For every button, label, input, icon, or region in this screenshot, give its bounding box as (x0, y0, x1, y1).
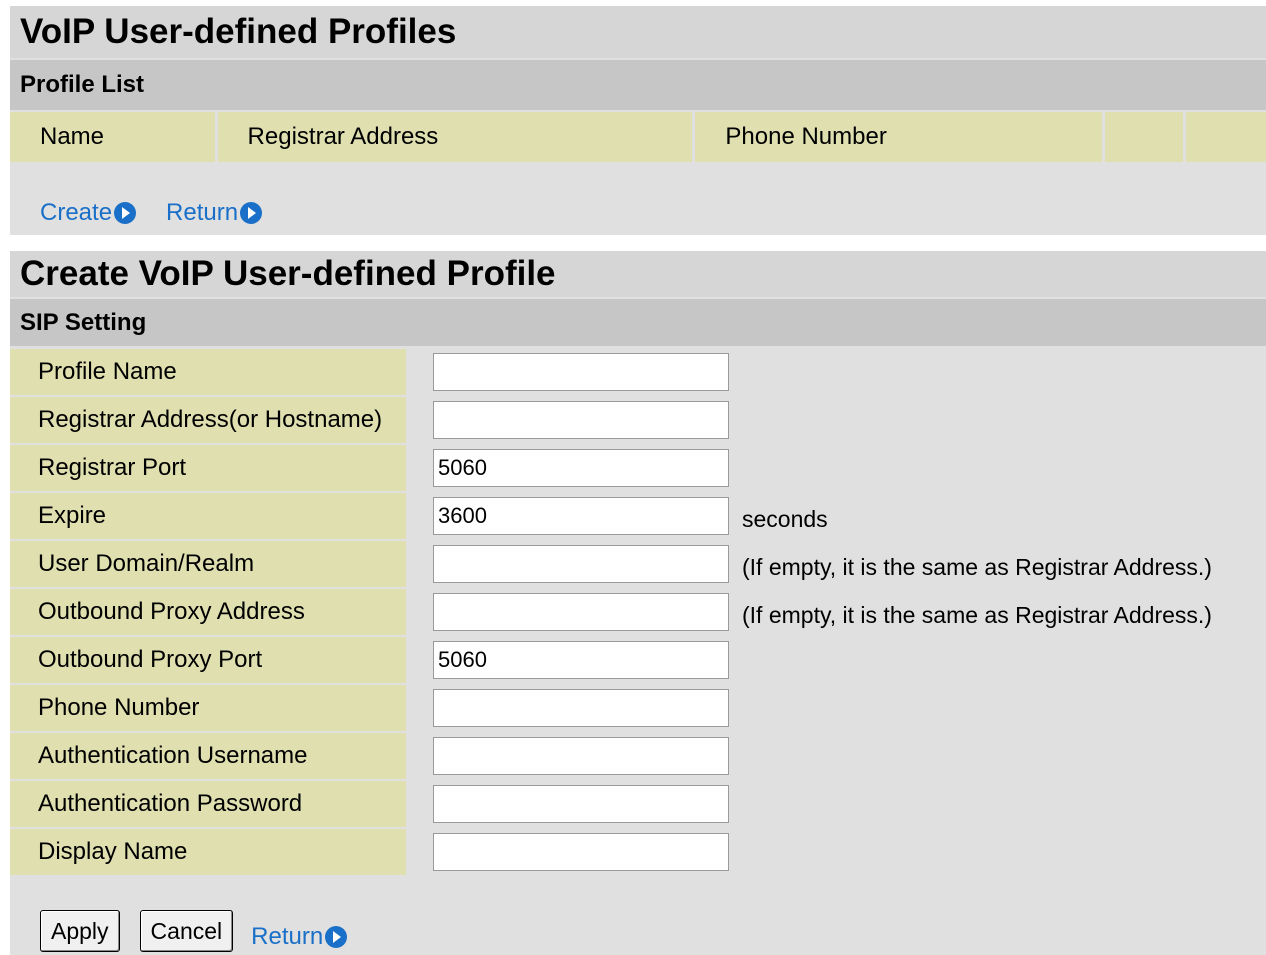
field-label: Display Name (10, 829, 406, 875)
text-input[interactable] (433, 449, 729, 487)
arrow-right-icon (325, 926, 348, 948)
field-label: Authentication Username (10, 733, 406, 779)
field-note (736, 685, 742, 731)
column-name: Name (10, 112, 215, 162)
profile-table-header: Name Registrar Address Phone Number (10, 112, 1266, 162)
arrow-right-icon (240, 202, 263, 224)
column-blank-2 (1186, 112, 1266, 162)
form-row: Registrar Port (10, 445, 1266, 491)
text-input[interactable] (433, 689, 729, 727)
field-label: Outbound Proxy Address (10, 589, 406, 635)
field-cell (409, 349, 736, 395)
form-row: Outbound Proxy Address (If empty, it is t… (10, 589, 1266, 635)
form-row: Authentication Username (10, 733, 1266, 779)
field-cell (409, 733, 736, 779)
field-label: Registrar Port (10, 445, 406, 491)
field-cell (409, 829, 736, 875)
return-link-label: Return (166, 199, 239, 226)
field-note (736, 733, 742, 779)
form-row: Profile Name (10, 349, 1266, 395)
field-cell (409, 397, 736, 443)
field-label: Expire (10, 493, 406, 539)
form-row: Phone Number (10, 685, 1266, 731)
field-label: Phone Number (10, 685, 406, 731)
field-note: (If empty, it is the same as Registrar A… (742, 553, 1212, 580)
create-link[interactable]: Create (40, 199, 137, 227)
cancel-button[interactable]: Cancel (139, 910, 234, 952)
text-input[interactable] (433, 833, 729, 871)
form-row: Display Name (10, 829, 1266, 875)
text-input[interactable] (433, 545, 729, 583)
profile-list-panel: VoIP User-defined Profiles Profile List … (10, 6, 1266, 235)
return-link-bottom[interactable]: Return (251, 923, 348, 951)
field-cell (409, 541, 736, 587)
text-input[interactable] (433, 737, 729, 775)
column-phone-number: Phone Number (695, 112, 1103, 162)
field-cell (409, 781, 736, 827)
text-input[interactable] (433, 401, 729, 439)
create-link-label: Create (40, 199, 113, 226)
form-row: Outbound Proxy Port (10, 637, 1266, 683)
form-actions: Apply Cancel Return (40, 910, 348, 952)
return-link-top[interactable]: Return (166, 199, 263, 227)
profile-list-header: Profile List (10, 60, 1266, 110)
sip-setting-header: SIP Setting (10, 299, 1266, 346)
form-row: Registrar Address(or Hostname) (10, 397, 1266, 443)
sip-setting-form: Profile Name Registrar Address(or Hostnam… (10, 349, 1266, 875)
field-cell (409, 445, 736, 491)
field-label: Registrar Address(or Hostname) (10, 397, 406, 443)
field-note: seconds (742, 505, 828, 532)
list-actions: Create Return (40, 199, 263, 227)
field-note (736, 397, 742, 443)
create-profile-panel: Create VoIP User-defined Profile SIP Set… (10, 251, 1266, 955)
form-row: User Domain/Realm (If empty, it is the sa… (10, 541, 1266, 587)
field-label: Authentication Password (10, 781, 406, 827)
return-link-label: Return (251, 923, 324, 950)
text-input[interactable] (433, 593, 729, 631)
field-cell (409, 637, 736, 683)
field-cell (409, 493, 736, 539)
field-note: (If empty, it is the same as Registrar A… (742, 601, 1212, 628)
form-row: Authentication Password (10, 781, 1266, 827)
field-note (736, 829, 742, 875)
text-input[interactable] (433, 641, 729, 679)
field-label: Outbound Proxy Port (10, 637, 406, 683)
create-profile-title: Create VoIP User-defined Profile (10, 251, 1266, 297)
column-blank-1 (1105, 112, 1184, 162)
field-label: User Domain/Realm (10, 541, 406, 587)
column-registrar-address: Registrar Address (217, 112, 693, 162)
form-row: Expire seconds (10, 493, 1266, 539)
text-input[interactable] (433, 353, 729, 391)
text-input[interactable] (433, 785, 729, 823)
field-note (736, 349, 742, 395)
apply-button[interactable]: Apply (40, 910, 120, 952)
arrow-right-icon (114, 202, 137, 224)
text-input[interactable] (433, 497, 729, 535)
page-title: VoIP User-defined Profiles (10, 6, 1266, 58)
field-cell (409, 589, 736, 635)
field-cell (409, 685, 736, 731)
field-note (736, 637, 742, 683)
field-label: Profile Name (10, 349, 406, 395)
field-note (736, 445, 742, 491)
field-note (736, 781, 742, 827)
